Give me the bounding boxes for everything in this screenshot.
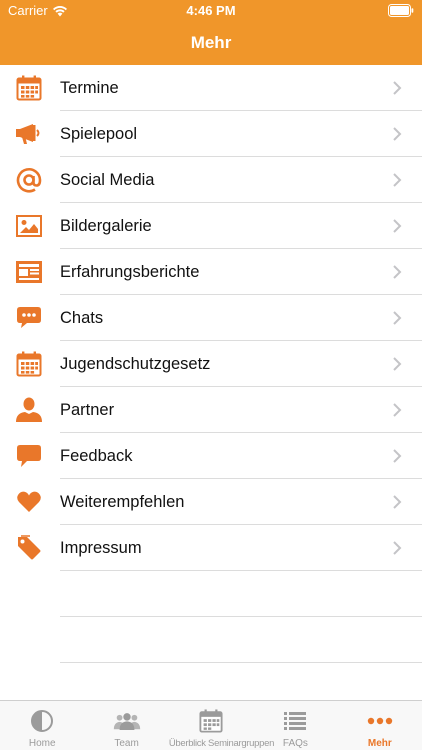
menu-item-label: Jugendschutzgesetz <box>60 355 211 373</box>
tab-label: FAQs <box>282 738 308 749</box>
chevron-right-icon <box>393 265 402 279</box>
menu-item-termine[interactable]: Termine <box>0 65 422 111</box>
chevron-right-icon <box>393 495 402 509</box>
chevron-right-icon <box>393 403 402 417</box>
menu-item-label: Spielepool <box>60 125 138 143</box>
menu-item-social-media[interactable]: Social Media <box>0 157 422 203</box>
calendar-icon <box>15 351 43 377</box>
list-icon <box>284 712 307 730</box>
newspaper-icon <box>15 259 43 285</box>
tag-icon <box>15 535 43 561</box>
tab-ueberblick-seminargruppen[interactable]: Überblick Seminargruppen <box>168 701 275 750</box>
tab-mehr[interactable]: Mehr <box>338 701 422 750</box>
status-bar: Carrier 4:46 PM <box>0 0 422 22</box>
menu-item-jugendschutzgesetz[interactable]: Jugendschutzgesetz <box>0 341 422 387</box>
menu-item-impressum[interactable]: Impressum <box>0 525 422 571</box>
battery-icon <box>388 4 414 17</box>
image-icon <box>15 213 43 239</box>
navigation-header: Carrier 4:46 PM Mehr <box>0 0 422 65</box>
tab-faqs[interactable]: FAQs <box>253 701 337 750</box>
tab-label: Mehr <box>367 738 392 749</box>
menu-item-chats[interactable]: Chats <box>0 295 422 341</box>
chevron-right-icon <box>393 173 402 187</box>
menu-item-feedback[interactable]: Feedback <box>0 433 422 479</box>
person-icon <box>15 397 43 423</box>
menu-item-label: Termine <box>60 79 119 97</box>
empty-list-row <box>0 571 422 617</box>
more-menu-list: Termine Spielepool Social Media Bilderga… <box>0 65 422 663</box>
more-dots-icon <box>367 717 393 725</box>
chevron-right-icon <box>393 219 402 233</box>
tab-label: Home <box>28 738 56 749</box>
chevron-right-icon <box>393 357 402 371</box>
menu-item-label: Chats <box>60 309 104 327</box>
people-icon <box>113 713 140 731</box>
tab-label: Team <box>114 738 139 749</box>
chevron-right-icon <box>393 449 402 463</box>
at-sign-icon <box>15 167 43 193</box>
heart-icon <box>15 489 43 515</box>
chat-bubble-icon <box>15 305 43 331</box>
chevron-right-icon <box>393 81 402 95</box>
menu-item-label: Partner <box>60 401 115 419</box>
menu-item-label: Social Media <box>60 171 155 189</box>
menu-item-label: Erfahrungsberichte <box>60 263 200 281</box>
menu-item-label: Feedback <box>60 447 133 465</box>
tab-team[interactable]: Team <box>84 701 168 750</box>
menu-item-weiterempfehlen[interactable]: Weiterempfehlen <box>0 479 422 525</box>
tab-label: Überblick Seminargruppen <box>168 738 275 749</box>
megaphone-icon <box>15 121 43 147</box>
menu-item-label: Impressum <box>60 539 142 557</box>
menu-item-label: Weiterempfehlen <box>60 493 185 511</box>
chevron-right-icon <box>393 127 402 141</box>
menu-item-erfahrungsberichte[interactable]: Erfahrungsberichte <box>0 249 422 295</box>
menu-item-bildergalerie[interactable]: Bildergalerie <box>0 203 422 249</box>
tab-bar: Home Team Überblick Seminargruppen FAQs … <box>0 700 422 750</box>
empty-list-row <box>0 617 422 663</box>
half-circle-icon <box>31 710 54 732</box>
chevron-right-icon <box>393 311 402 325</box>
status-time: 4:46 PM <box>186 3 236 18</box>
calendar-icon <box>15 75 43 101</box>
calendar-icon <box>199 709 223 733</box>
menu-item-label: Bildergalerie <box>60 217 152 235</box>
chevron-right-icon <box>393 541 402 555</box>
tab-home[interactable]: Home <box>0 701 84 750</box>
page-title: Mehr <box>190 33 232 52</box>
speech-bubble-icon <box>15 443 43 469</box>
menu-item-spielepool[interactable]: Spielepool <box>0 111 422 157</box>
menu-item-partner[interactable]: Partner <box>0 387 422 433</box>
